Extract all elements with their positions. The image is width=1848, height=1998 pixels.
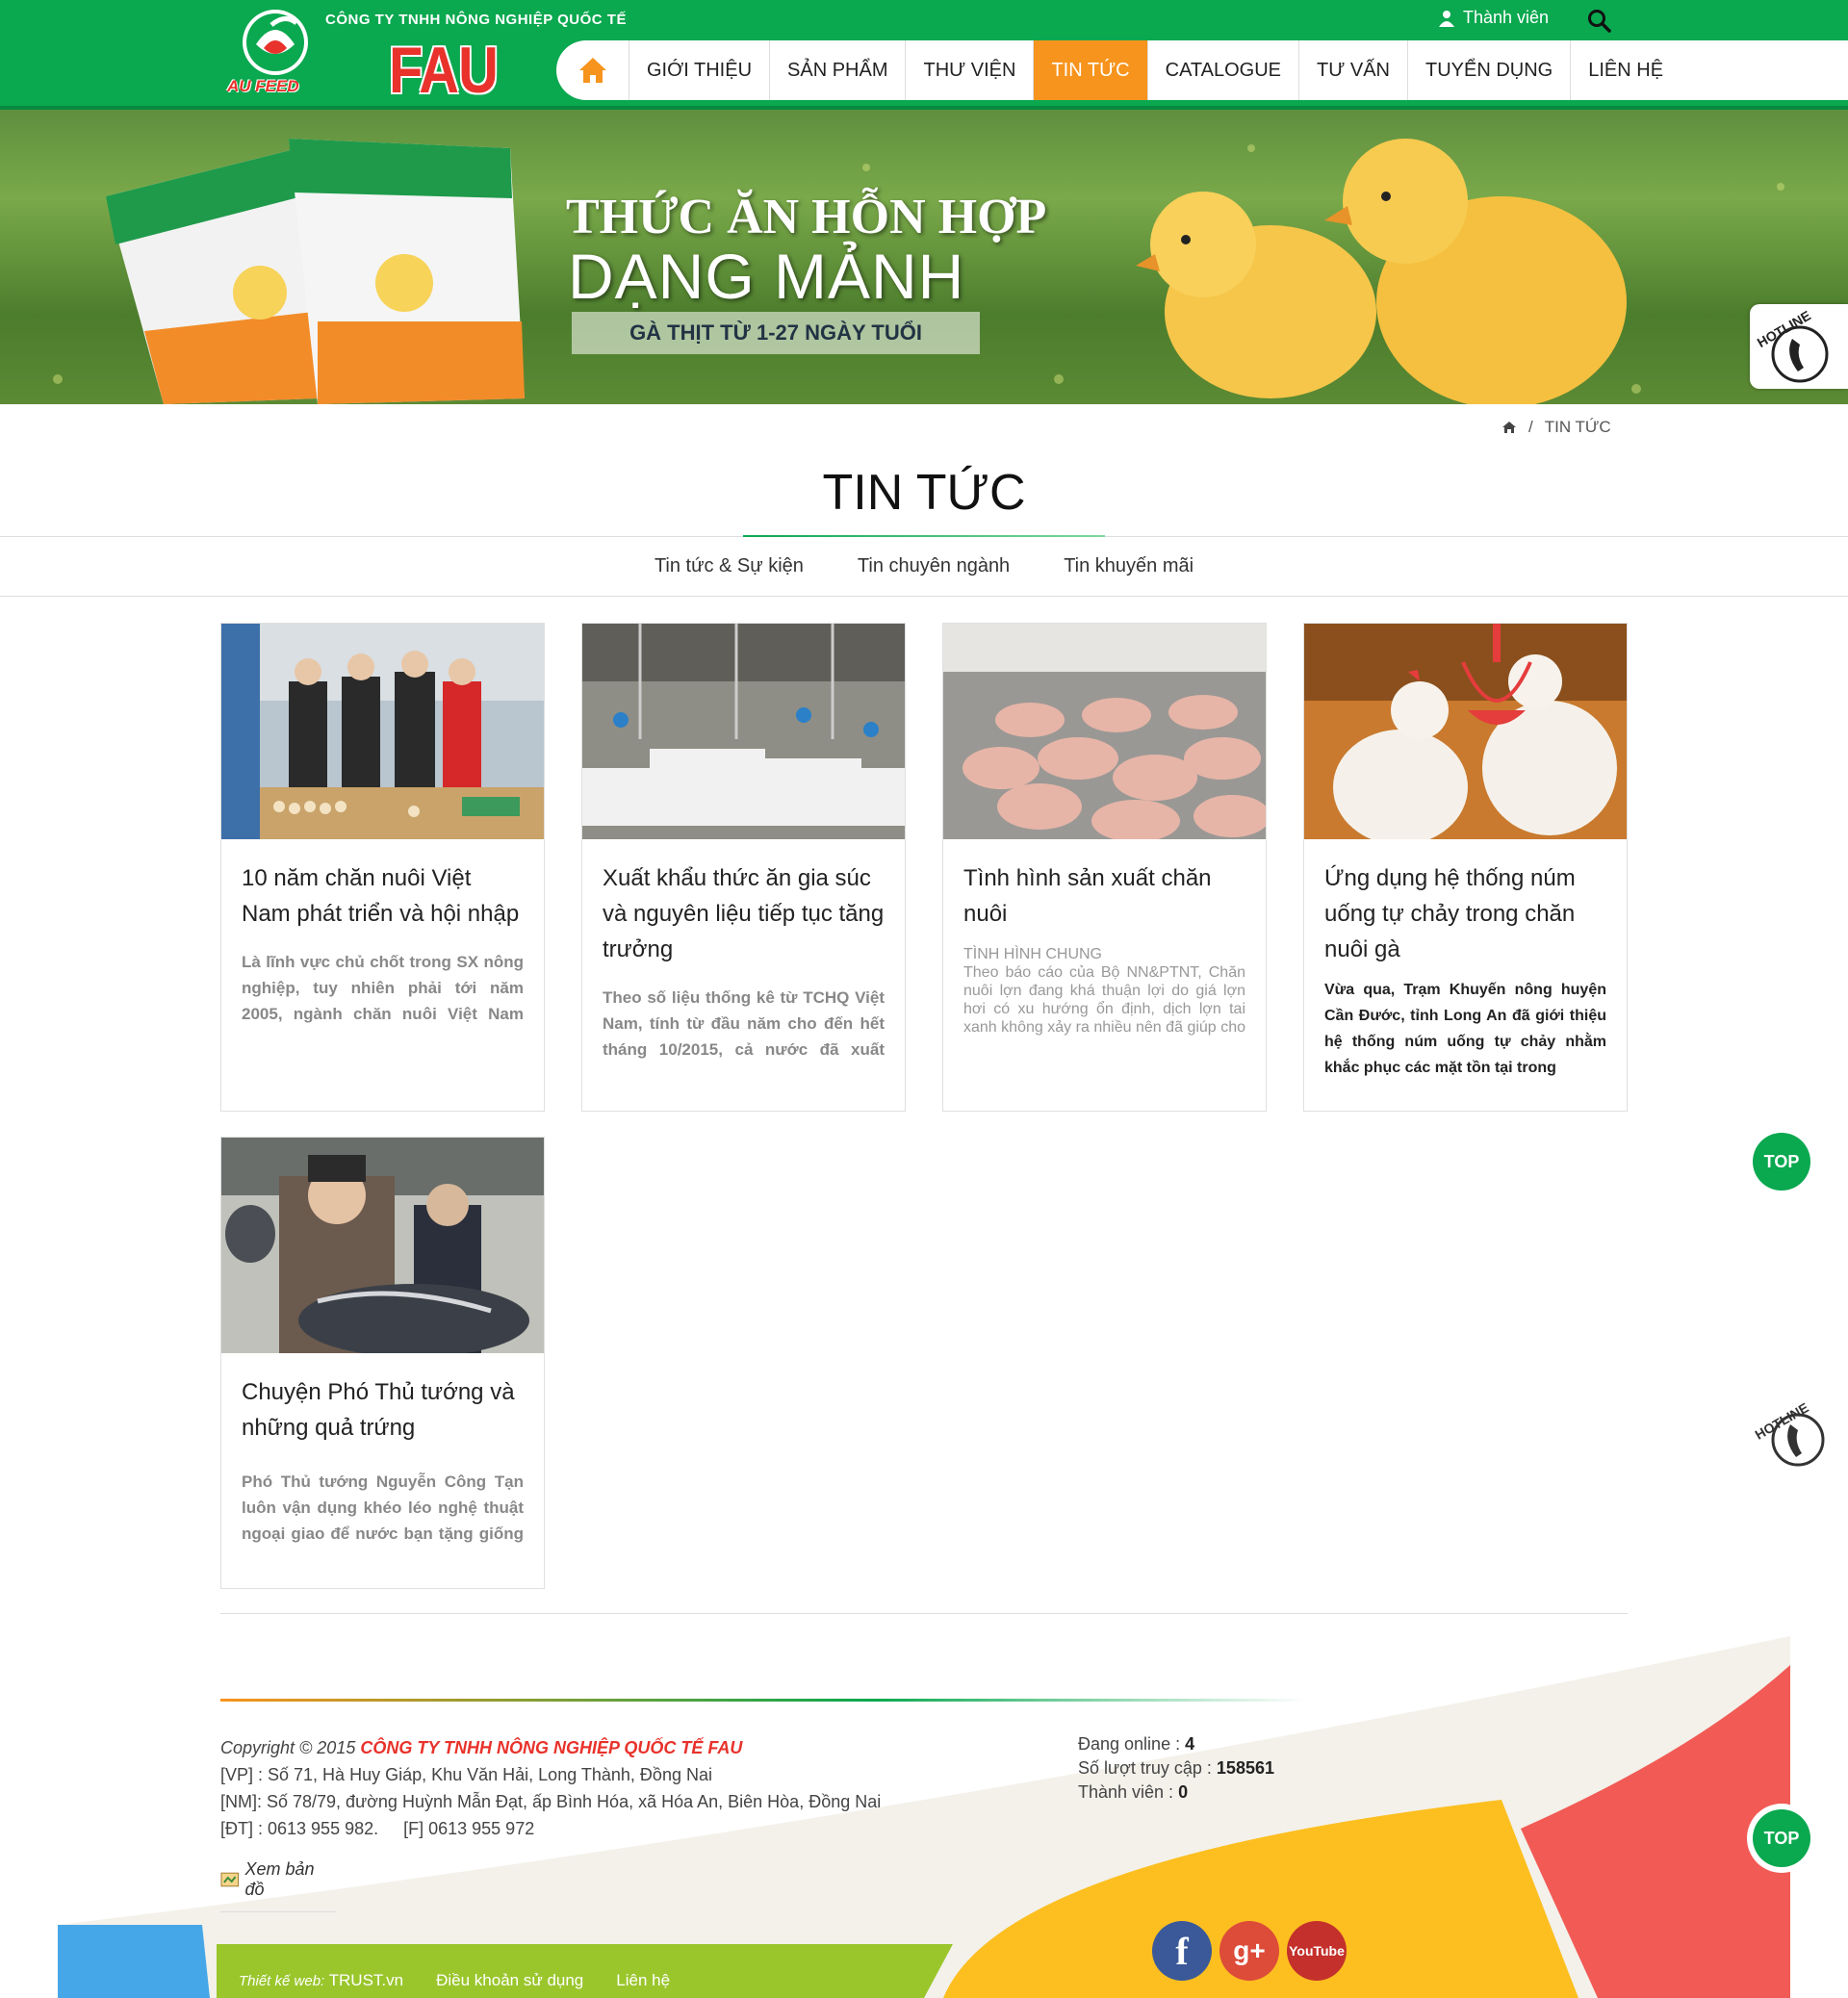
article-title[interactable]: 10 năm chăn nuôi Việt Nam phát triển và … <box>221 839 544 932</box>
hotline-phone-icon: HOTLINE <box>1755 307 1829 383</box>
nav-item-tin-tuc[interactable]: TIN TỨC <box>1034 40 1148 100</box>
nav-home[interactable] <box>556 40 629 100</box>
designer-credit[interactable]: Thiết kế web: TRUST.vn <box>239 1971 403 1990</box>
nav-item-gioi-thieu[interactable]: GIỚI THIỆU <box>629 40 771 100</box>
terms-link[interactable]: Điều khoản sử dụng <box>436 1971 583 1990</box>
hotline-phone-icon[interactable]: HOTLINE <box>1752 1392 1833 1473</box>
site-stats: Đang online : 4 Số lượt truy cập : 15856… <box>1078 1732 1274 1805</box>
back-to-top-button[interactable]: TOP <box>1753 1133 1810 1191</box>
feed-bag-icon <box>106 139 525 404</box>
map-link-label: Xem bản đồ <box>244 1859 315 1899</box>
article-title[interactable]: Ứng dụng hệ thống núm uống tự chảy trong… <box>1304 839 1627 967</box>
member-link[interactable]: Thành viên <box>1438 8 1549 28</box>
banner-title-line1: THỨC ĂN HỖN HỢP <box>566 190 1047 244</box>
article-excerpt: TÌNH HÌNH CHUNG Theo báo cáo của Bộ NN&P… <box>963 945 1245 1036</box>
article-card[interactable]: 10 năm chăn nuôi Việt Nam phát triển và … <box>220 623 545 1112</box>
back-to-top-button[interactable]: TOP <box>1753 1809 1810 1867</box>
user-icon <box>1439 10 1454 27</box>
page-title: TIN TỨC <box>822 465 1026 521</box>
nav-item-catalogue[interactable]: CATALOGUE <box>1148 40 1300 100</box>
footer-bottom-links: Thiết kế web: TRUST.vn Điều khoản sử dụn… <box>239 1971 670 1990</box>
breadcrumb: / TIN TỨC <box>1502 418 1611 437</box>
copyright-text: Copyright © 2015 <box>220 1738 356 1757</box>
page: { "header": { "company_name": "CÔNG TY T… <box>0 0 1848 1998</box>
footer-office: [VP] : Số 71, Hà Huy Giáp, Khu Văn Hải, … <box>220 1765 712 1784</box>
article-thumbnail[interactable] <box>1304 624 1627 839</box>
footer-fax: [F] 0613 955 972 <box>403 1819 535 1838</box>
nav-item-tu-van[interactable]: TƯ VẤN <box>1299 40 1408 100</box>
article-excerpt-body: Theo báo cáo của Bộ NN&PTNT, Chăn nuôi l… <box>963 964 1245 1036</box>
hotline-widget[interactable]: HOTLINE <box>1750 304 1848 389</box>
map-link[interactable]: Xem bản đồ <box>220 1859 336 1912</box>
stat-visits: Số lượt truy cập : 158561 <box>1078 1758 1274 1778</box>
member-link-label: Thành viên <box>1463 8 1550 27</box>
article-excerpt: Theo số liệu thống kê từ TCHQ Việt Nam, … <box>603 988 885 1059</box>
article-title[interactable]: Xuất khẩu thức ăn gia súc và nguyên liệu… <box>582 839 905 967</box>
tab-tin-khuyen-mai[interactable]: Tin khuyến mãi <box>1064 555 1194 577</box>
site-footer: Copyright © 2015 CÔNG TY TNHH NÔNG NGHIỆ… <box>0 1636 1848 1998</box>
content-divider <box>220 1613 1628 1614</box>
article-thumbnail[interactable] <box>582 624 905 839</box>
breadcrumb-current: TIN TỨC <box>1544 418 1611 436</box>
home-icon[interactable] <box>1502 421 1517 434</box>
nav-item-san-pham[interactable]: SẢN PHẨM <box>770 40 907 100</box>
stat-online: Đang online : 4 <box>1078 1734 1195 1754</box>
nav-item-thu-vien[interactable]: THƯ VIỆN <box>906 40 1035 100</box>
article-card[interactable]: Tình hình sản xuất chăn nuôi TÌNH HÌNH C… <box>942 623 1267 1112</box>
chick-icon <box>1136 139 1627 404</box>
nav-item-tuyen-dung[interactable]: TUYỂN DỤNG <box>1408 40 1572 100</box>
stat-members: Thành viên : 0 <box>1078 1782 1189 1802</box>
category-tabs: Tin tức & Sự kiện Tin chuyên ngành Tin k… <box>0 537 1848 597</box>
article-title[interactable]: Chuyện Phó Thủ tướng và những quả trứng <box>221 1353 544 1446</box>
home-icon <box>578 58 606 83</box>
company-name: CÔNG TY TNHH NÔNG NGHIỆP QUỐC TẾ <box>325 12 627 28</box>
map-icon <box>220 1872 239 1887</box>
logo-text: AU FEED <box>227 77 299 95</box>
article-thumbnail[interactable] <box>221 1138 544 1353</box>
banner-subtitle: GÀ THỊT TỪ 1-27 NGÀY TUỔI <box>572 312 980 354</box>
tab-tin-chuyen-nganh[interactable]: Tin chuyên ngành <box>858 555 1010 577</box>
nav-item-lien-he[interactable]: LIÊN HỆ <box>1571 40 1681 100</box>
footer-factory: [NM]: Số 78/79, đường Huỳnh Mẫn Đạt, ấp … <box>220 1792 882 1811</box>
article-card[interactable]: Ứng dụng hệ thống núm uống tự chảy trong… <box>1303 623 1628 1112</box>
brand-name[interactable]: FAU <box>389 33 499 108</box>
article-card[interactable]: Chuyện Phó Thủ tướng và những quả trứng … <box>220 1137 545 1589</box>
article-excerpt-heading: TÌNH HÌNH CHUNG <box>963 946 1102 962</box>
site-header: AU FEED CÔNG TY TNHH NÔNG NGHIỆP QUỐC TẾ… <box>0 0 1848 110</box>
tab-tin-tuc-su-kien[interactable]: Tin tức & Sự kiện <box>654 555 804 577</box>
main-nav: GIỚI THIỆU SẢN PHẨM THƯ VIỆN TIN TỨC CAT… <box>556 40 1848 100</box>
article-thumbnail[interactable] <box>221 624 544 839</box>
article-excerpt: Vừa qua, Trạm Khuyến nông huyện Cần Đước… <box>1324 982 1606 1076</box>
footer-contact: [ĐT] : 0613 955 982. [F] 0613 955 972 <box>220 1819 534 1839</box>
article-card[interactable]: Xuất khẩu thức ăn gia súc và nguyên liệu… <box>581 623 906 1112</box>
footer-phone: [ĐT] : 0613 955 982. <box>220 1819 379 1838</box>
footer-company: CÔNG TY TNHH NÔNG NGHIỆP QUỐC TẾ FAU <box>360 1738 743 1757</box>
footer-accent-line <box>220 1699 1308 1702</box>
footer-copyright: Copyright © 2015 CÔNG TY TNHH NÔNG NGHIỆ… <box>220 1738 742 1758</box>
article-title[interactable]: Tình hình sản xuất chăn nuôi <box>943 839 1266 932</box>
article-excerpt: Là lĩnh vực chủ chốt trong SX nông nghiệ… <box>242 953 524 1023</box>
article-excerpt: Phó Thủ tướng Nguyễn Công Tạn luôn vận d… <box>242 1473 524 1543</box>
hero-banner: THỨC ĂN HỖN HỢP DẠNG MẢNH GÀ THỊT TỪ 1-2… <box>0 110 1848 404</box>
banner-title-line2: DẠNG MẢNH <box>568 241 965 312</box>
facebook-icon[interactable]: f <box>1152 1921 1212 1981</box>
breadcrumb-separator: / <box>1528 418 1533 436</box>
footer-background <box>58 1636 1790 1998</box>
article-thumbnail[interactable] <box>943 624 1266 839</box>
footer-contact-link[interactable]: Liên hệ <box>616 1971 670 1990</box>
youtube-icon[interactable]: YouTube <box>1287 1921 1347 1981</box>
google-plus-icon[interactable]: g+ <box>1219 1921 1279 1981</box>
search-icon[interactable] <box>1586 8 1613 35</box>
